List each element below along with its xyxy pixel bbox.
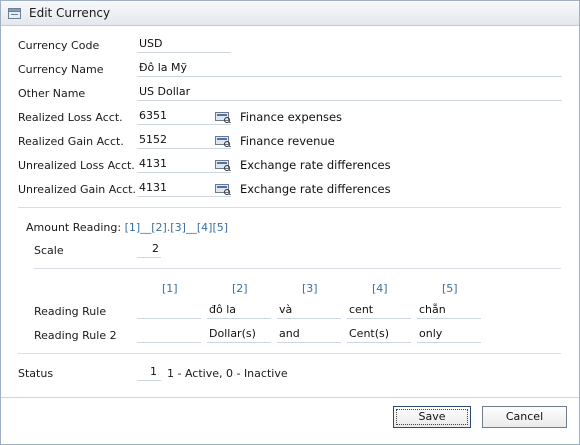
other-name-label: Other Name: [18, 87, 86, 100]
reading-column-header: [5]: [442, 282, 458, 295]
currency-code-label: Currency Code: [18, 39, 100, 52]
status-field[interactable]: 1: [137, 364, 161, 381]
unrealized-loss-acct-label: Unrealized Loss Acct.: [18, 159, 135, 172]
section-divider: [34, 268, 561, 269]
reading-column-header: [4]: [372, 282, 388, 295]
cancel-button[interactable]: Cancel: [482, 406, 567, 428]
reading-rule-2-field[interactable]: Cent(s): [347, 326, 411, 343]
section-divider: [18, 353, 561, 354]
reading-rule-field[interactable]: [137, 302, 201, 319]
currency-name-field[interactable]: Đô la Mỹ: [137, 60, 562, 77]
footer-divider: [1, 397, 579, 398]
reading-column-header: [3]: [302, 282, 318, 295]
realized-gain-acct-desc: Finance revenue: [240, 134, 335, 148]
edit-currency-icon: [8, 8, 21, 19]
realized-loss-acct-label: Realized Loss Acct.: [18, 111, 123, 124]
lookup-icon[interactable]: [215, 160, 231, 171]
reading-rule-label: Reading Rule: [34, 305, 107, 318]
unrealized-loss-acct-desc: Exchange rate differences: [240, 158, 391, 172]
reading-rule-field[interactable]: cent: [347, 302, 411, 319]
realized-gain-acct-label: Realized Gain Acct.: [18, 135, 124, 148]
currency-name-label: Currency Name: [18, 63, 104, 76]
cancel-button-label: Cancel: [505, 410, 544, 423]
scale-field[interactable]: 2: [137, 241, 161, 258]
reading-rule-field[interactable]: chẵn: [417, 302, 481, 319]
reading-rule-2-label: Reading Rule 2: [34, 329, 117, 342]
reading-rule-2-field[interactable]: [137, 326, 201, 343]
lookup-icon[interactable]: [215, 112, 231, 123]
amount-reading-link-1[interactable]: [1]: [125, 221, 141, 234]
amount-reading-link-5[interactable]: [5]: [212, 221, 228, 234]
edit-currency-dialog: Edit Currency Currency Code USD Currency…: [0, 0, 580, 445]
amount-reading-link-2[interactable]: [2]: [151, 221, 167, 234]
amount-reading-label: Amount Reading:: [26, 221, 122, 234]
reading-rule-field[interactable]: và: [277, 302, 341, 319]
amount-reading-link-3[interactable]: [3]: [170, 221, 186, 234]
amount-reading-separator: __: [185, 221, 197, 234]
lookup-icon[interactable]: [215, 136, 231, 147]
unrealized-gain-acct-label: Unrealized Gain Acct.: [18, 183, 136, 196]
title-bar: Edit Currency: [1, 1, 579, 26]
amount-reading-separator: __: [140, 221, 152, 234]
currency-code-field[interactable]: USD: [137, 36, 231, 53]
section-divider: [18, 207, 561, 208]
reading-rule-field[interactable]: đô la: [207, 302, 271, 319]
lookup-icon[interactable]: [215, 184, 231, 195]
save-button[interactable]: Save: [393, 406, 471, 428]
reading-column-header: [1]: [162, 282, 178, 295]
reading-rule-2-field[interactable]: Dollar(s): [207, 326, 271, 343]
reading-rule-2-field[interactable]: only: [417, 326, 481, 343]
reading-rule-2-field[interactable]: and: [277, 326, 341, 343]
amount-reading-row: Amount Reading: [1]__[2].[3]__[4][5]: [26, 221, 228, 234]
amount-reading-link-4[interactable]: [4]: [197, 221, 213, 234]
scale-label: Scale: [34, 244, 64, 257]
focus-ring: [396, 409, 468, 425]
other-name-field[interactable]: US Dollar: [137, 84, 562, 101]
realized-loss-acct-desc: Finance expenses: [240, 110, 343, 124]
status-hint: 1 - Active, 0 - Inactive: [167, 367, 288, 380]
unrealized-gain-acct-desc: Exchange rate differences: [240, 182, 391, 196]
status-label: Status: [18, 367, 54, 380]
reading-column-header: [2]: [232, 282, 248, 295]
window-title: Edit Currency: [29, 6, 111, 20]
